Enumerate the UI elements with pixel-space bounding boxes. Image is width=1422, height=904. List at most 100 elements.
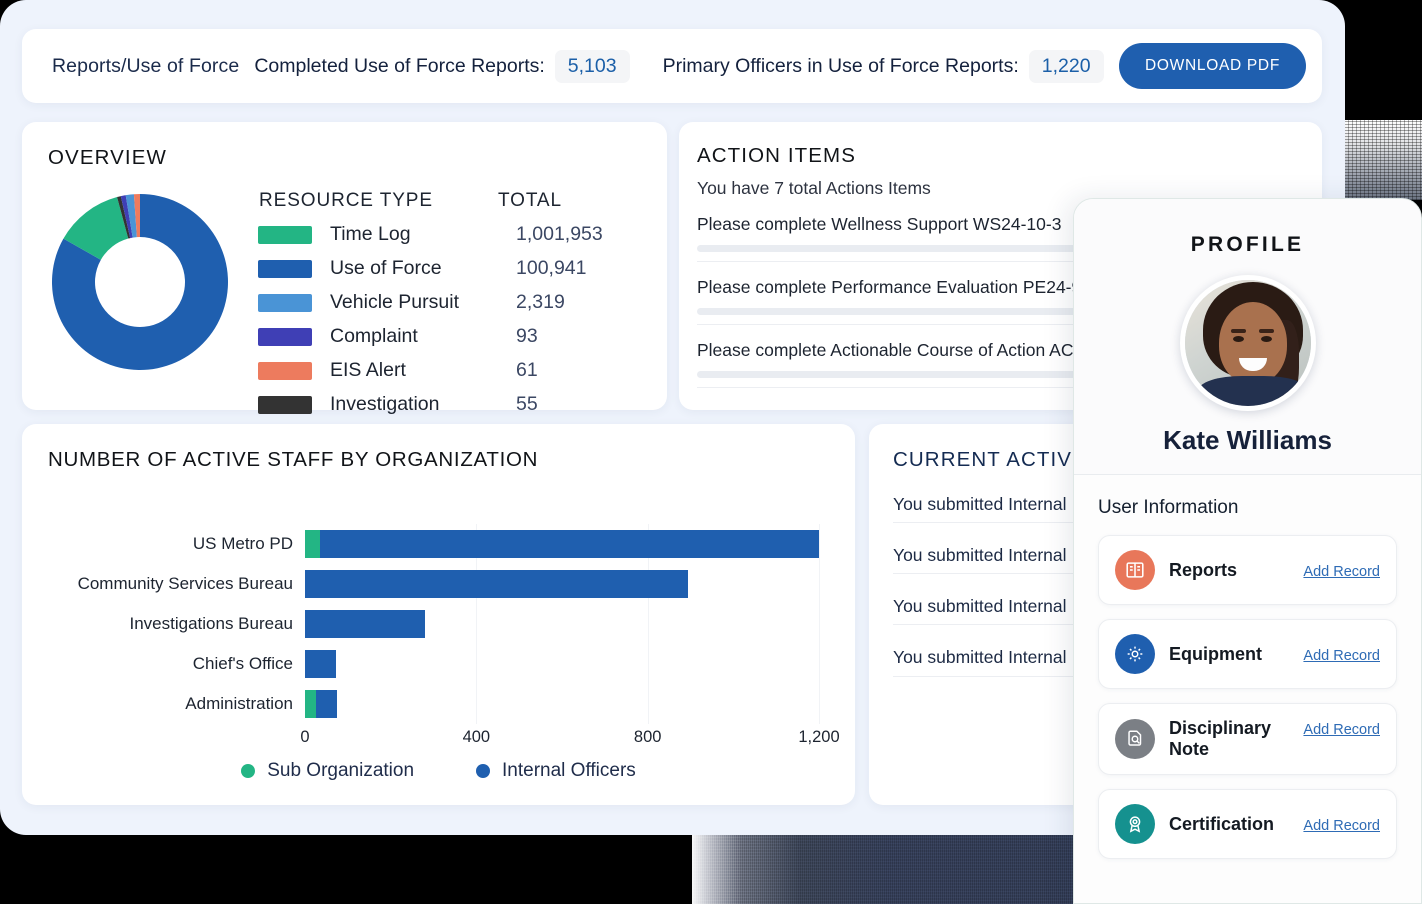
legend-swatch bbox=[258, 260, 312, 278]
breadcrumb[interactable]: Reports/Use of Force bbox=[52, 55, 239, 78]
legend-label: Investigation bbox=[330, 393, 516, 416]
action-items-subtitle: You have 7 total Actions Items bbox=[697, 178, 1298, 199]
legend-swatch bbox=[258, 328, 312, 346]
donut-svg bbox=[48, 190, 232, 374]
legend-total: 100,941 bbox=[516, 257, 587, 280]
legend-label: Use of Force bbox=[330, 257, 516, 280]
chart-legend-item[interactable]: Sub Organization bbox=[241, 760, 414, 782]
download-pdf-button[interactable]: DOWNLOAD PDF bbox=[1119, 43, 1306, 89]
bar-segment-sub-organization bbox=[305, 530, 320, 558]
award-icon bbox=[1115, 804, 1155, 844]
chart-legend-item[interactable]: Internal Officers bbox=[476, 760, 636, 782]
x-axis-tick-label: 800 bbox=[634, 728, 662, 747]
book-icon bbox=[1115, 550, 1155, 590]
action-items-title: ACTION ITEMS bbox=[697, 144, 1298, 168]
overview-title: OVERVIEW bbox=[48, 146, 641, 170]
bar-category-label: Community Services Bureau bbox=[78, 564, 293, 604]
legend-swatch bbox=[258, 396, 312, 414]
add-record-link[interactable]: Add Record bbox=[1303, 564, 1380, 580]
legend-row: Use of Force100,941 bbox=[258, 257, 641, 280]
gridline bbox=[819, 524, 820, 724]
legend-dot bbox=[476, 764, 490, 778]
profile-header: PROFILE Kate Williams bbox=[1074, 199, 1421, 474]
user-information-title: User Information bbox=[1098, 497, 1397, 519]
bar-category-label: Chief's Office bbox=[193, 644, 293, 684]
legend-label: Time Log bbox=[330, 223, 516, 246]
bar-row[interactable]: US Metro PD bbox=[305, 524, 795, 564]
staff-chart-title: NUMBER OF ACTIVE STAFF BY ORGANIZATION bbox=[48, 448, 829, 472]
bar-segment-internal-officers bbox=[320, 530, 819, 558]
profile-name: Kate Williams bbox=[1074, 425, 1421, 456]
legend-row: Complaint93 bbox=[258, 325, 641, 348]
legend-swatch bbox=[258, 294, 312, 312]
record-label: Equipment bbox=[1169, 644, 1262, 665]
record-list: ReportsAdd RecordEquipmentAdd RecordDisc… bbox=[1098, 535, 1397, 859]
staff-chart-bars: US Metro PDCommunity Services BureauInve… bbox=[305, 524, 795, 724]
profile-panel: PROFILE Kate Williams User Information R… bbox=[1073, 198, 1422, 904]
staff-chart-card: NUMBER OF ACTIVE STAFF BY ORGANIZATION U… bbox=[22, 424, 855, 805]
overview-card: OVERVIEW RESOURCE TYPE TOTAL Time Log1,0… bbox=[22, 122, 667, 410]
record-card[interactable]: Disciplinary Note Add Record bbox=[1098, 703, 1397, 775]
resource-donut-chart bbox=[48, 176, 248, 427]
legend-label: Complaint bbox=[330, 325, 516, 348]
staff-chart-legend: Sub Organization Internal Officers bbox=[48, 760, 829, 782]
bar-segment-internal-officers bbox=[316, 690, 337, 718]
legend-swatch bbox=[258, 226, 312, 244]
staff-chart-x-axis: 04008001,200 bbox=[305, 728, 795, 752]
legend-total: 93 bbox=[516, 325, 538, 348]
bar-segment-sub-organization bbox=[305, 690, 316, 718]
legend-header-total: TOTAL bbox=[498, 190, 562, 212]
staff-chart-plot-area: US Metro PDCommunity Services BureauInve… bbox=[48, 524, 829, 724]
x-axis-tick-label: 0 bbox=[300, 728, 309, 747]
backdrop-noise-corner bbox=[1344, 120, 1422, 200]
stat-label: Completed Use of Force Reports: bbox=[254, 55, 544, 78]
gear-icon bbox=[1115, 634, 1155, 674]
legend-header-type: RESOURCE TYPE bbox=[258, 190, 498, 212]
legend-header-row: RESOURCE TYPE TOTAL bbox=[258, 190, 641, 212]
legend-row: EIS Alert61 bbox=[258, 359, 641, 382]
legend-total: 55 bbox=[516, 393, 538, 416]
record-label: Reports bbox=[1169, 560, 1237, 581]
x-axis-tick-label: 1,200 bbox=[798, 728, 839, 747]
legend-row: Vehicle Pursuit2,319 bbox=[258, 291, 641, 314]
add-record-link[interactable]: Add Record bbox=[1303, 818, 1380, 834]
record-card[interactable]: Equipment Add Record bbox=[1098, 619, 1397, 689]
backdrop-black-corner bbox=[1344, 0, 1422, 120]
bar-row[interactable]: Administration bbox=[305, 684, 795, 724]
add-record-link[interactable]: Add Record bbox=[1303, 648, 1380, 664]
bar-segment-internal-officers bbox=[305, 610, 425, 638]
x-axis-tick-label: 400 bbox=[463, 728, 491, 747]
stat-completed-reports: Completed Use of Force Reports: 5,103 bbox=[254, 50, 629, 83]
bar-segment-internal-officers bbox=[305, 650, 336, 678]
legend-label: EIS Alert bbox=[330, 359, 516, 382]
legend-total: 1,001,953 bbox=[516, 223, 603, 246]
record-card[interactable]: Reports Add Record bbox=[1098, 535, 1397, 605]
bar-row[interactable]: Investigations Bureau bbox=[305, 604, 795, 644]
legend-series-label: Internal Officers bbox=[502, 760, 636, 782]
document-search-icon bbox=[1115, 719, 1155, 759]
legend-total: 2,319 bbox=[516, 291, 565, 314]
stat-label: Primary Officers in Use of Force Reports… bbox=[663, 55, 1019, 78]
avatar bbox=[1180, 275, 1316, 411]
record-card[interactable]: CertificationAdd Record bbox=[1098, 789, 1397, 859]
stat-primary-officers: Primary Officers in Use of Force Reports… bbox=[663, 50, 1104, 83]
legend-row: Investigation55 bbox=[258, 393, 641, 416]
record-label: Disciplinary Note bbox=[1169, 718, 1293, 760]
resource-legend-table: RESOURCE TYPE TOTAL Time Log1,001,953Use… bbox=[258, 190, 641, 427]
bar-row[interactable]: Chief's Office bbox=[305, 644, 795, 684]
profile-title: PROFILE bbox=[1074, 233, 1421, 257]
legend-series-label: Sub Organization bbox=[267, 760, 414, 782]
bar-row[interactable]: Community Services Bureau bbox=[305, 564, 795, 604]
backdrop-black-strip bbox=[0, 830, 692, 904]
stat-value: 1,220 bbox=[1029, 50, 1104, 83]
bar-category-label: Investigations Bureau bbox=[130, 604, 294, 644]
user-information-section: User Information ReportsAdd RecordEquipm… bbox=[1074, 475, 1421, 859]
top-bar: Reports/Use of Force Completed Use of Fo… bbox=[22, 29, 1322, 103]
bar-category-label: US Metro PD bbox=[193, 524, 293, 564]
bar-segment-internal-officers bbox=[305, 570, 688, 598]
stat-value: 5,103 bbox=[555, 50, 630, 83]
legend-label: Vehicle Pursuit bbox=[330, 291, 516, 314]
legend-dot bbox=[241, 764, 255, 778]
add-record-link[interactable]: Add Record bbox=[1303, 722, 1380, 738]
legend-total: 61 bbox=[516, 359, 538, 382]
